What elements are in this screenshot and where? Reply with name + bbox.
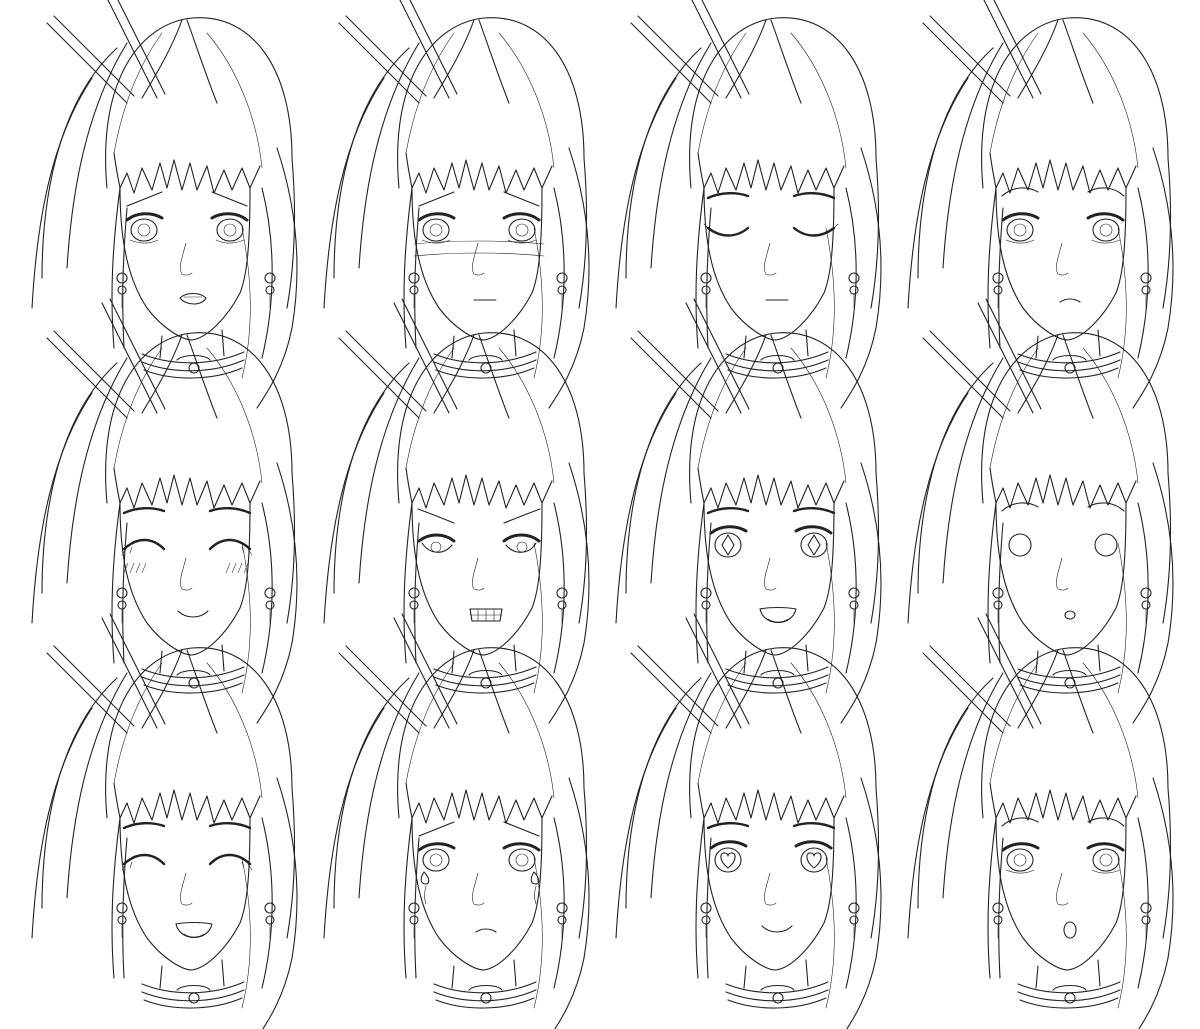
face-laughing bbox=[31, 613, 298, 1029]
face-teary bbox=[323, 613, 590, 1029]
face-surprised bbox=[907, 613, 1174, 1029]
face-shocked-blank bbox=[907, 298, 1174, 724]
expression-sheet bbox=[31, 0, 1174, 1029]
face-worried-open-mouth bbox=[31, 0, 298, 409]
face-concerned bbox=[907, 0, 1174, 409]
face-sad-flushed bbox=[323, 0, 590, 409]
face-excited-sparkle bbox=[615, 298, 882, 724]
face-calm-closed-eyes bbox=[615, 0, 882, 409]
face-grid bbox=[31, 0, 1174, 1029]
face-blushing-smile bbox=[31, 298, 298, 724]
face-angry-gritted bbox=[323, 298, 590, 724]
face-in-love bbox=[615, 613, 882, 1029]
